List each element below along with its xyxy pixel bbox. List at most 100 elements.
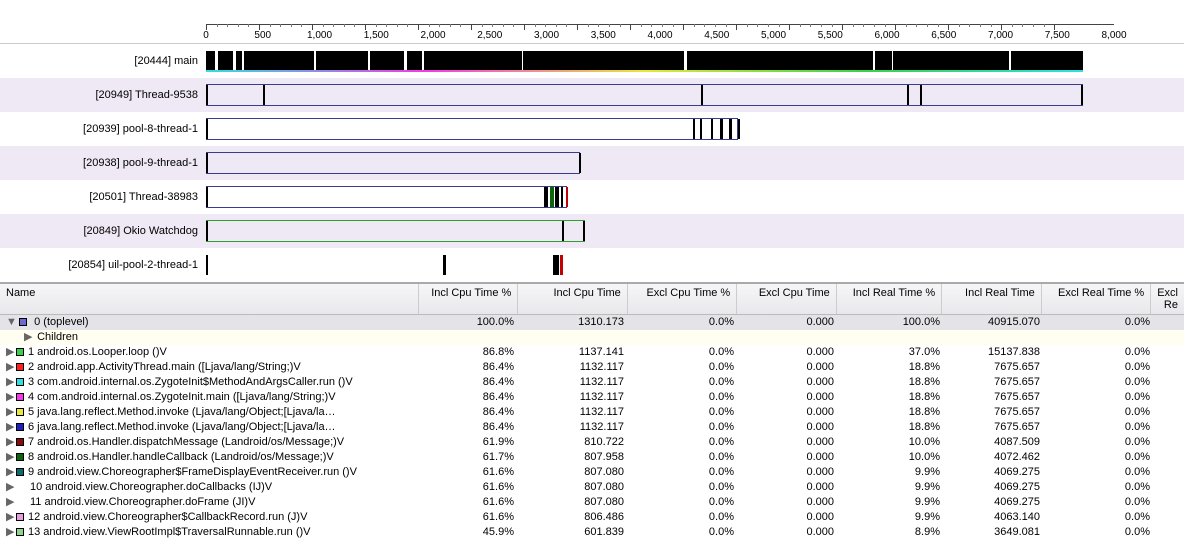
ruler-subtick xyxy=(980,24,981,27)
disclosure-right-icon[interactable]: ▶ xyxy=(6,480,14,495)
disclosure-right-icon[interactable]: ▶ xyxy=(6,525,14,540)
event-marker[interactable] xyxy=(443,255,446,275)
event-marker[interactable] xyxy=(720,119,723,139)
thread-track[interactable] xyxy=(206,214,1114,248)
event-marker[interactable] xyxy=(206,187,208,207)
thread-row[interactable]: [20444] main xyxy=(0,44,1184,78)
thread-track[interactable] xyxy=(206,112,1114,146)
cell: 807.080 xyxy=(520,465,630,480)
disclosure-right-icon[interactable]: ▶ xyxy=(6,405,14,420)
event-marker[interactable] xyxy=(729,119,732,139)
thread-row[interactable]: [20501] Thread-38983 xyxy=(0,180,1184,214)
table-row[interactable]: ▶3 com.android.internal.os.ZygoteInit$Me… xyxy=(0,375,1184,390)
event-marker[interactable] xyxy=(566,187,568,207)
event-marker[interactable] xyxy=(206,119,208,139)
table-row[interactable]: ▶11 android.view.Choreographer.doFrame (… xyxy=(0,495,1184,510)
event-marker[interactable] xyxy=(555,187,559,207)
table-row[interactable]: ▶ Children xyxy=(0,330,1184,345)
cell: 4063.140 xyxy=(946,510,1046,525)
thread-track[interactable] xyxy=(206,78,1114,112)
event-marker[interactable] xyxy=(711,119,713,139)
ruler-subtick xyxy=(492,24,493,27)
col-name[interactable]: Name xyxy=(0,284,418,314)
table-row[interactable]: ▶ 7 android.os.Handler.dispatchMessage (L… xyxy=(0,435,1184,450)
table-row[interactable]: ▶8 android.os.Handler.handleCallback (La… xyxy=(0,450,1184,465)
event-marker[interactable] xyxy=(206,255,208,275)
disclosure-right-icon[interactable]: ▶ xyxy=(6,465,14,480)
table-row[interactable]: ▶2 android.app.ActivityThread.main ([Lja… xyxy=(0,360,1184,375)
disclosure-right-icon[interactable]: ▶ xyxy=(6,360,14,375)
col-excl-cpu-pct[interactable]: Excl Cpu Time % xyxy=(627,284,736,314)
method-name: 7 android.os.Handler.dispatchMessage (La… xyxy=(28,436,344,448)
table-row[interactable]: ▶5 java.lang.reflect.Method.invoke (Ljav… xyxy=(0,405,1184,420)
event-marker[interactable] xyxy=(700,119,702,139)
table-row[interactable]: ▶1 android.os.Looper.loop ()V86.8%1137.1… xyxy=(0,345,1184,360)
event-marker[interactable] xyxy=(544,187,548,207)
disclosure-down-icon[interactable]: ▼ xyxy=(6,315,14,330)
time-ruler[interactable]: 05001,0001,5002,0002,5003,0003,5004,0004… xyxy=(206,0,1178,43)
thread-track[interactable] xyxy=(206,146,1114,180)
disclosure-right-icon[interactable]: ▶ xyxy=(6,345,14,360)
thread-row[interactable]: [20938] pool-9-thread-1 xyxy=(0,146,1184,180)
table-row[interactable]: ▶9 android.view.Choreographer$FrameDispl… xyxy=(0,465,1184,480)
event-marker[interactable] xyxy=(561,187,563,207)
thread-row[interactable]: [20949] Thread-9538 xyxy=(0,78,1184,112)
event-marker[interactable] xyxy=(550,187,554,207)
thread-row[interactable]: [20849] Okio Watchdog xyxy=(0,214,1184,248)
thread-row[interactable]: [20939] pool-8-thread-1 xyxy=(0,112,1184,146)
col-excl-real[interactable]: Excl Re xyxy=(1150,284,1184,314)
col-excl-real-pct[interactable]: Excl Real Time % xyxy=(1041,284,1150,314)
event-marker[interactable] xyxy=(206,221,208,241)
event-marker[interactable] xyxy=(206,153,208,173)
event-marker[interactable] xyxy=(738,119,740,139)
thread-track[interactable] xyxy=(206,180,1114,214)
event-marker[interactable] xyxy=(579,153,581,173)
cell: 18.8% xyxy=(840,420,946,435)
disclosure-right-icon[interactable]: ▶ xyxy=(6,390,14,405)
ruler-gutter xyxy=(0,0,206,43)
event-marker[interactable] xyxy=(560,255,563,275)
event-marker[interactable] xyxy=(562,221,564,241)
event-marker[interactable] xyxy=(553,255,559,275)
span-outline xyxy=(206,118,738,140)
ruler-tick-label: 500 xyxy=(254,30,271,41)
cell: 18.8% xyxy=(840,390,946,405)
table-row[interactable]: ▶6 java.lang.reflect.Method.invoke (Ljav… xyxy=(0,420,1184,435)
ruler-subtick xyxy=(768,24,769,27)
disclosure-right-icon[interactable]: ▶ xyxy=(6,450,14,465)
thread-label: [20939] pool-8-thread-1 xyxy=(0,112,206,146)
table-row[interactable]: ▶13 android.view.ViewRootImpl$TraversalR… xyxy=(0,525,1184,540)
table-row[interactable]: ▶10 android.view.Choreographer.doCallbac… xyxy=(0,480,1184,495)
ruler-subtick xyxy=(726,24,727,27)
disclosure-right-icon[interactable]: ▶ xyxy=(6,495,14,510)
thread-track[interactable] xyxy=(206,248,1114,282)
disclosure-right-icon[interactable]: ▶ xyxy=(6,510,14,525)
event-marker[interactable] xyxy=(1081,85,1083,105)
event-marker[interactable] xyxy=(206,85,208,105)
disclosure-right-icon[interactable]: ▶ xyxy=(6,375,14,390)
event-marker[interactable] xyxy=(263,85,265,105)
col-incl-cpu-pct[interactable]: Incl Cpu Time % xyxy=(418,284,518,314)
table-row[interactable]: ▶4 com.android.internal.os.ZygoteInit.ma… xyxy=(0,390,1184,405)
disclosure-right-icon[interactable]: ▶ xyxy=(6,420,14,435)
col-incl-cpu[interactable]: Incl Cpu Time xyxy=(517,284,626,314)
ruler-tick-label: 2,000 xyxy=(420,30,445,41)
event-marker[interactable] xyxy=(583,221,585,241)
disclosure-right-icon[interactable]: ▶ xyxy=(24,330,32,345)
event-marker[interactable] xyxy=(701,85,703,105)
activity-block[interactable] xyxy=(206,51,1083,71)
col-incl-real[interactable]: Incl Real Time xyxy=(941,284,1041,314)
table-row[interactable]: ▼ 0 (toplevel) 100.0% 1310.173 0.0% 0.00… xyxy=(0,315,1184,330)
disclosure-right-icon[interactable]: ▶ xyxy=(6,435,14,450)
table-row[interactable]: ▶12 android.view.Choreographer$CallbackR… xyxy=(0,510,1184,525)
ruler-subtick xyxy=(969,24,970,27)
event-marker[interactable] xyxy=(920,85,922,105)
table-header[interactable]: Name Incl Cpu Time % Incl Cpu Time Excl … xyxy=(0,284,1184,315)
col-excl-cpu[interactable]: Excl Cpu Time xyxy=(736,284,836,314)
event-marker[interactable] xyxy=(907,85,909,105)
thread-row[interactable]: [20854] uil-pool-2-thread-1 xyxy=(0,248,1184,282)
thread-track[interactable] xyxy=(206,44,1114,78)
thread-label: [20854] uil-pool-2-thread-1 xyxy=(0,248,206,282)
event-marker[interactable] xyxy=(693,119,695,139)
col-incl-real-pct[interactable]: Incl Real Time % xyxy=(836,284,941,314)
